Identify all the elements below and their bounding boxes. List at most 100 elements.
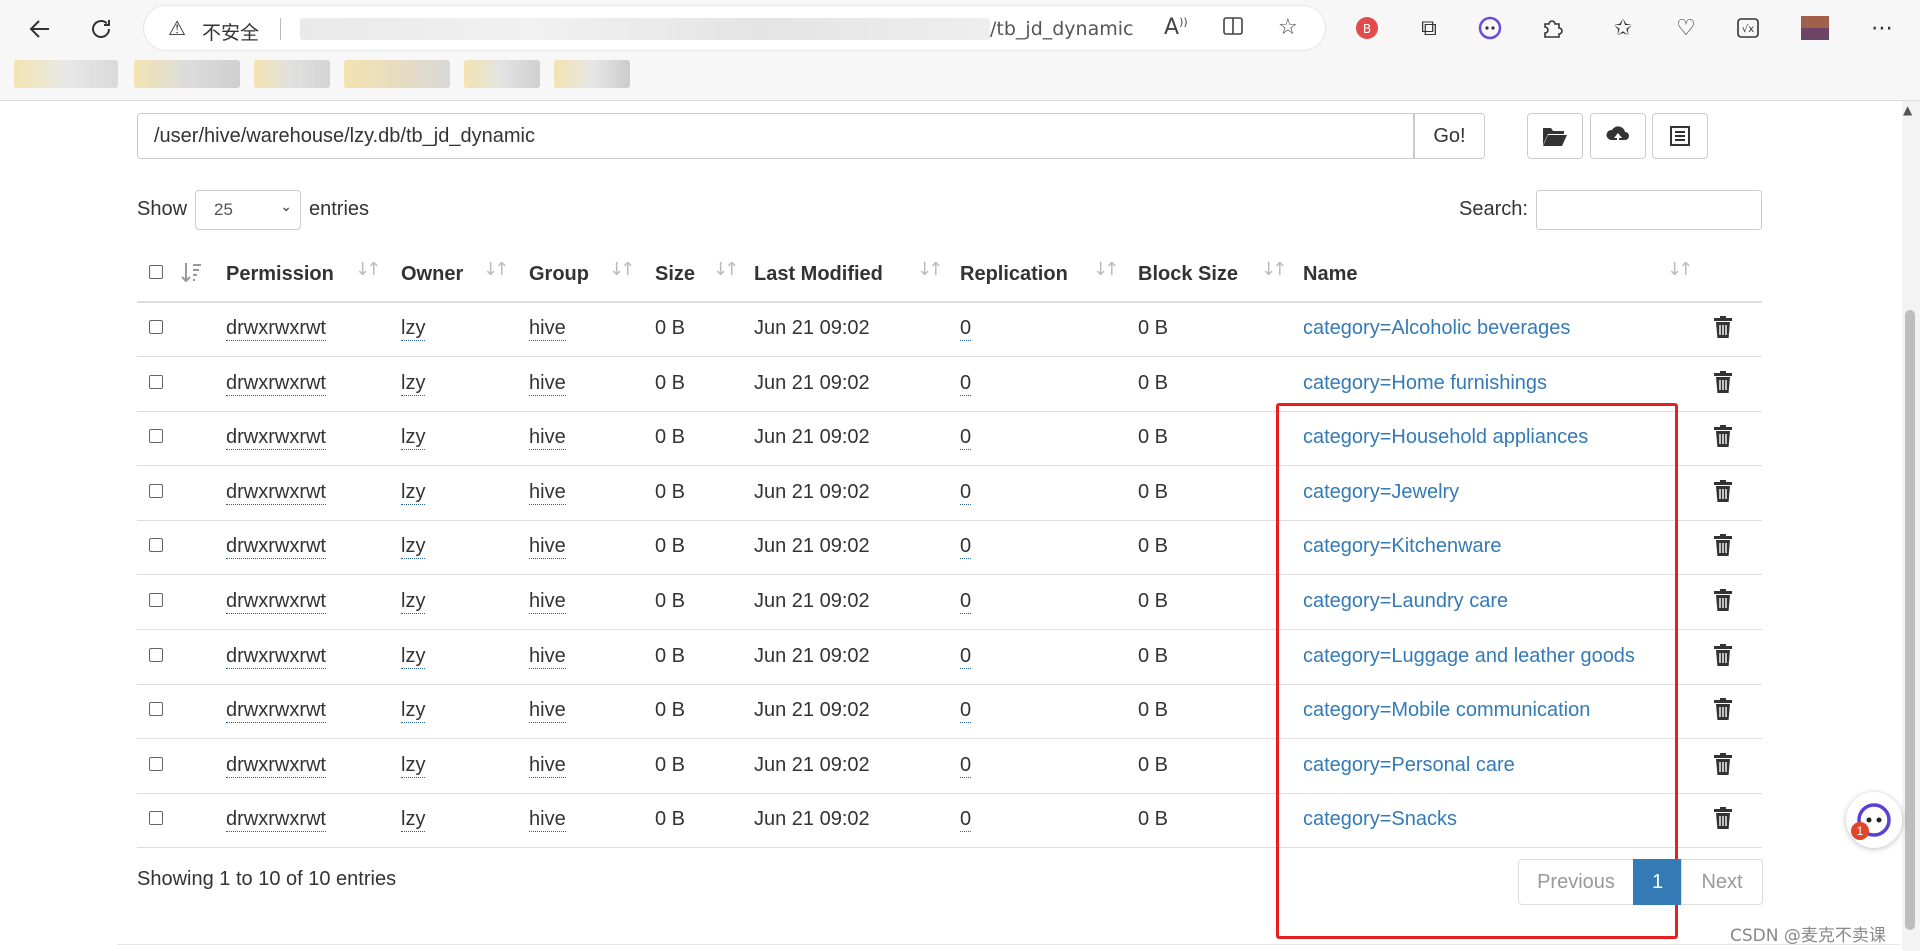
bookmark-item[interactable] [344, 60, 450, 88]
split-screen-icon[interactable] [1222, 15, 1244, 43]
cell-owner[interactable]: lzy [401, 645, 426, 669]
entries-select[interactable]: 25 ⌄ [195, 190, 301, 230]
cell-replication[interactable]: 0 [960, 535, 972, 560]
sort-icon[interactable]: ↓↑ [609, 259, 635, 280]
cell-permission[interactable]: drwxrwxrwt [226, 645, 326, 669]
header-permission[interactable]: Permission [226, 263, 334, 286]
favorites-icon[interactable]: ✩ [1607, 12, 1639, 44]
cell-replication[interactable]: 0 [960, 754, 972, 778]
sort-icon[interactable]: ↓↑ [1093, 259, 1119, 280]
cell-name[interactable]: category=Personal care [1303, 754, 1515, 777]
cell-replication[interactable]: 0 [960, 590, 972, 614]
cell-owner[interactable]: lzy [401, 590, 426, 614]
row-checkbox[interactable] [149, 811, 163, 826]
cell-permission[interactable]: drwxrwxrwt [226, 590, 326, 614]
cell-permission[interactable]: drwxrwxrwt [226, 426, 326, 451]
sort-icon[interactable]: ↓↑ [1667, 259, 1693, 280]
extension-red-icon[interactable]: B [1351, 12, 1383, 44]
cell-replication[interactable]: 0 [960, 481, 972, 505]
previous-page-button[interactable]: Previous [1518, 859, 1634, 905]
extensions-puzzle-icon[interactable] [1536, 12, 1568, 44]
more-menu-icon[interactable]: ⋯ [1866, 12, 1898, 44]
cell-replication[interactable]: 0 [960, 372, 972, 396]
row-checkbox[interactable] [149, 756, 163, 771]
next-page-button[interactable]: Next [1681, 859, 1763, 905]
bookmark-item[interactable] [464, 60, 540, 88]
sort-icon[interactable]: ↓↑ [483, 259, 509, 280]
trash-icon[interactable] [1712, 697, 1734, 726]
cell-owner[interactable]: lzy [401, 317, 426, 341]
read-aloud-icon[interactable]: A)) [1164, 15, 1188, 40]
cell-group[interactable]: hive [529, 699, 566, 724]
cell-permission[interactable]: drwxrwxrwt [226, 372, 326, 396]
cell-name[interactable]: category=Laundry care [1303, 590, 1508, 613]
cell-name[interactable]: category=Jewelry [1303, 481, 1459, 504]
cell-group[interactable]: hive [529, 645, 566, 669]
trash-icon[interactable] [1712, 533, 1734, 562]
cell-permission[interactable]: drwxrwxrwt [226, 808, 326, 833]
row-checkbox[interactable] [149, 483, 163, 498]
profile-avatar[interactable] [1799, 12, 1831, 44]
upload-button[interactable] [1590, 113, 1646, 159]
row-checkbox[interactable] [149, 593, 163, 607]
trash-icon[interactable] [1712, 752, 1734, 781]
cell-owner[interactable]: lzy [401, 754, 426, 778]
path-input[interactable]: /user/hive/warehouse/lzy.db/tb_jd_dynami… [137, 113, 1414, 159]
cell-group[interactable]: hive [529, 317, 566, 341]
page-1-button[interactable]: 1 [1633, 859, 1682, 905]
security-label[interactable]: 不安全 [202, 18, 259, 45]
header-last-modified[interactable]: Last Modified [754, 263, 883, 286]
cell-replication[interactable]: 0 [960, 808, 972, 833]
cell-name[interactable]: category=Kitchenware [1303, 535, 1501, 558]
cell-group[interactable]: hive [529, 590, 566, 614]
trash-icon[interactable] [1712, 424, 1734, 453]
cell-name[interactable]: category=Mobile communication [1303, 699, 1590, 722]
header-owner[interactable]: Owner [401, 263, 463, 286]
sort-icon[interactable] [181, 261, 203, 285]
url-text[interactable]: /tb_jd_dynamic [990, 18, 1133, 40]
cell-replication[interactable]: 0 [960, 645, 972, 669]
address-bar[interactable]: ⚠ 不安全 /tb_jd_dynamic A)) ☆ [144, 6, 1325, 50]
cell-group[interactable]: hive [529, 481, 566, 505]
cell-permission[interactable]: drwxrwxrwt [226, 754, 326, 778]
cell-owner[interactable]: lzy [401, 426, 426, 451]
bookmark-item[interactable] [254, 60, 330, 88]
cell-owner[interactable]: lzy [401, 699, 426, 724]
assistant-button[interactable] [1846, 792, 1902, 848]
trash-icon[interactable] [1712, 315, 1734, 344]
cell-replication[interactable]: 0 [960, 426, 972, 451]
favorite-star-icon[interactable]: ☆ [1278, 15, 1298, 40]
bookmark-item[interactable] [14, 60, 118, 88]
cell-name[interactable]: category=Snacks [1303, 808, 1457, 831]
header-name[interactable]: Name [1303, 263, 1357, 286]
cell-group[interactable]: hive [529, 372, 566, 396]
warning-icon[interactable]: ⚠ [168, 16, 186, 40]
go-button[interactable]: Go! [1414, 113, 1485, 159]
collections-icon[interactable]: ⧉ [1413, 12, 1445, 44]
row-checkbox[interactable] [149, 429, 163, 444]
cell-name[interactable]: category=Home furnishings [1303, 372, 1547, 395]
health-icon[interactable]: ♡ [1670, 12, 1702, 44]
cell-name[interactable]: category=Luggage and leather goods [1303, 645, 1635, 668]
trash-icon[interactable] [1712, 588, 1734, 617]
bookmark-item[interactable] [554, 60, 630, 88]
scroll-up-icon[interactable]: ▲ [1903, 103, 1912, 117]
cell-group[interactable]: hive [529, 808, 566, 833]
create-directory-button[interactable] [1527, 113, 1583, 159]
cell-permission[interactable]: drwxrwxrwt [226, 317, 326, 341]
cell-owner[interactable]: lzy [401, 372, 426, 396]
sort-icon[interactable]: ↓↑ [355, 259, 381, 280]
row-checkbox[interactable] [149, 374, 163, 389]
trash-icon[interactable] [1712, 806, 1734, 835]
row-checkbox[interactable] [149, 702, 163, 717]
row-checkbox[interactable] [149, 538, 163, 553]
cell-permission[interactable]: drwxrwxrwt [226, 699, 326, 724]
extension-face-icon[interactable] [1474, 12, 1506, 44]
cell-replication[interactable]: 0 [960, 317, 972, 341]
sort-icon[interactable]: ↓↑ [917, 259, 943, 280]
trash-icon[interactable] [1712, 643, 1734, 672]
row-checkbox[interactable] [149, 647, 163, 662]
header-size[interactable]: Size [655, 263, 695, 286]
trash-icon[interactable] [1712, 370, 1734, 399]
refresh-icon[interactable] [82, 10, 120, 48]
